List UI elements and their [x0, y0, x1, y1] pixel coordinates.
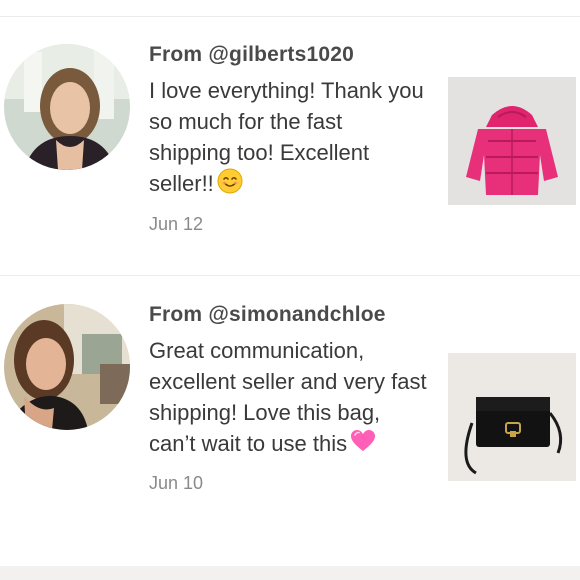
review-text: Great communication, excellent seller an… [149, 338, 427, 456]
review-date: Jun 12 [149, 214, 204, 235]
pink-puffer-jacket-photo[interactable] [448, 77, 576, 205]
review-date: Jun 10 [149, 473, 204, 494]
black-handbag-photo[interactable] [448, 353, 576, 481]
review-message: Great communication, excellent seller an… [149, 335, 429, 461]
from-label: From [149, 303, 203, 326]
bottom-bar [0, 566, 580, 580]
section-divider [0, 275, 580, 276]
avatar[interactable] [4, 304, 130, 430]
pink-heart-emoji-icon [350, 429, 376, 461]
review-author[interactable]: From @simonandchloe [149, 300, 429, 330]
top-divider [0, 16, 580, 17]
avatar[interactable] [4, 44, 130, 170]
review-message: I love everything! Thank you so much for… [149, 75, 429, 202]
review-author[interactable]: From @gilberts1020 [149, 40, 429, 70]
smiling-face-emoji-icon [217, 168, 243, 202]
from-label: From [149, 43, 203, 66]
reviewer-handle[interactable]: @simonandchloe [208, 303, 385, 326]
review-text: I love everything! Thank you so much for… [149, 78, 424, 196]
reviewer-handle[interactable]: @gilberts1020 [208, 43, 354, 66]
